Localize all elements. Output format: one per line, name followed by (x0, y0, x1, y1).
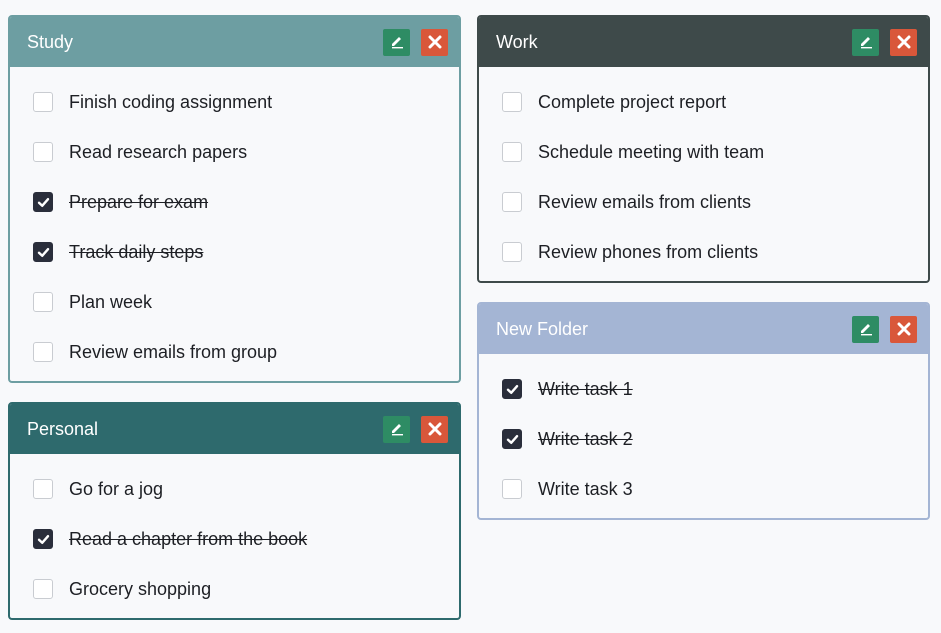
task-item[interactable]: Go for a jog (10, 464, 459, 514)
task-item[interactable]: Schedule meeting with team (479, 127, 928, 177)
task-checkbox[interactable] (33, 479, 53, 499)
task-label: Prepare for exam (69, 191, 209, 212)
task-list: Finish coding assignment Read research pa… (10, 67, 459, 381)
task-checkbox[interactable] (33, 142, 53, 162)
task-checkbox[interactable] (33, 92, 53, 112)
task-checkbox[interactable] (33, 342, 53, 362)
folder-title: Study (27, 31, 74, 52)
task-label: Plan week (69, 291, 153, 312)
pencil-icon (860, 37, 872, 49)
folder-title: New Folder (496, 318, 589, 339)
checkmark-icon (37, 247, 49, 257)
edit-folder-button[interactable] (383, 415, 410, 443)
folder-card-new-folder: New Folder Write task 1 Write task 2 Write… (477, 302, 930, 520)
checkmark-icon (37, 534, 49, 544)
task-checkbox[interactable] (502, 192, 522, 212)
task-label: Read a chapter from the book (69, 528, 308, 549)
folder-card-personal: Personal Go for a jog Read a chapter from… (8, 402, 461, 620)
task-checkbox[interactable] (502, 92, 522, 112)
task-checkbox[interactable] (33, 192, 53, 212)
folder-header: Personal (10, 404, 459, 454)
task-label: Read research papers (69, 141, 248, 162)
task-label: Finish coding assignment (69, 91, 273, 112)
task-checkbox[interactable] (33, 292, 53, 312)
checkmark-icon (37, 197, 49, 207)
task-item[interactable]: Track daily steps (10, 227, 459, 277)
task-item[interactable]: Write task 3 (479, 464, 928, 514)
delete-folder-button[interactable] (421, 28, 448, 56)
task-label: Review phones from clients (538, 241, 759, 262)
task-checkbox[interactable] (502, 242, 522, 262)
task-checkbox[interactable] (502, 379, 522, 399)
task-label: Review emails from clients (538, 191, 752, 212)
task-item[interactable]: Plan week (10, 277, 459, 327)
task-list: Complete project report Schedule meeting … (479, 67, 928, 281)
task-label: Review emails from group (69, 341, 278, 362)
task-item[interactable]: Review emails from clients (479, 177, 928, 227)
task-checkbox[interactable] (33, 579, 53, 599)
delete-folder-button[interactable] (890, 28, 917, 56)
task-label: Schedule meeting with team (538, 141, 765, 162)
task-item[interactable]: Read research papers (10, 127, 459, 177)
close-icon (428, 35, 441, 49)
edit-folder-button[interactable] (852, 315, 879, 343)
checkmark-icon (506, 434, 518, 444)
folder-card-work: Work Complete project report Schedule mee… (477, 15, 930, 283)
task-checkbox[interactable] (502, 429, 522, 449)
task-list: Write task 1 Write task 2 Write task 3 (479, 354, 928, 518)
task-item[interactable]: Complete project report (479, 77, 928, 127)
checkmark-icon (506, 384, 518, 394)
task-item[interactable]: Read a chapter from the book (10, 514, 459, 564)
task-label: Write task 2 (538, 428, 633, 449)
task-item[interactable]: Review phones from clients (479, 227, 928, 277)
task-list: Go for a jog Read a chapter from the book… (10, 454, 459, 618)
folder-title: Personal (27, 418, 99, 439)
edit-folder-button[interactable] (383, 28, 410, 56)
delete-folder-button[interactable] (421, 415, 448, 443)
task-label: Go for a jog (69, 478, 164, 499)
close-icon (897, 35, 910, 49)
folder-card-study: Study Finish coding assignment Read resea… (8, 15, 461, 383)
close-icon (428, 422, 441, 436)
pencil-icon (391, 424, 403, 436)
delete-folder-button[interactable] (890, 315, 917, 343)
folder-title: Work (496, 31, 538, 52)
task-label: Track daily steps (69, 241, 204, 262)
task-label: Write task 1 (538, 378, 633, 399)
task-item[interactable]: Write task 2 (479, 414, 928, 464)
task-checkbox[interactable] (33, 242, 53, 262)
task-checkbox[interactable] (502, 479, 522, 499)
task-item[interactable]: Finish coding assignment (10, 77, 459, 127)
task-checkbox[interactable] (33, 529, 53, 549)
task-item[interactable]: Prepare for exam (10, 177, 459, 227)
task-checkbox[interactable] (502, 142, 522, 162)
task-label: Complete project report (538, 91, 727, 112)
task-item[interactable]: Write task 1 (479, 364, 928, 414)
folder-header: New Folder (479, 304, 928, 354)
task-label: Write task 3 (538, 478, 633, 499)
folder-header: Study (10, 17, 459, 67)
close-icon (897, 322, 910, 336)
task-item[interactable]: Review emails from group (10, 327, 459, 377)
edit-folder-button[interactable] (852, 28, 879, 56)
pencil-icon (860, 324, 872, 336)
task-item[interactable]: Grocery shopping (10, 564, 459, 614)
folder-header: Work (479, 17, 928, 67)
pencil-icon (391, 37, 403, 49)
task-label: Grocery shopping (69, 578, 212, 599)
